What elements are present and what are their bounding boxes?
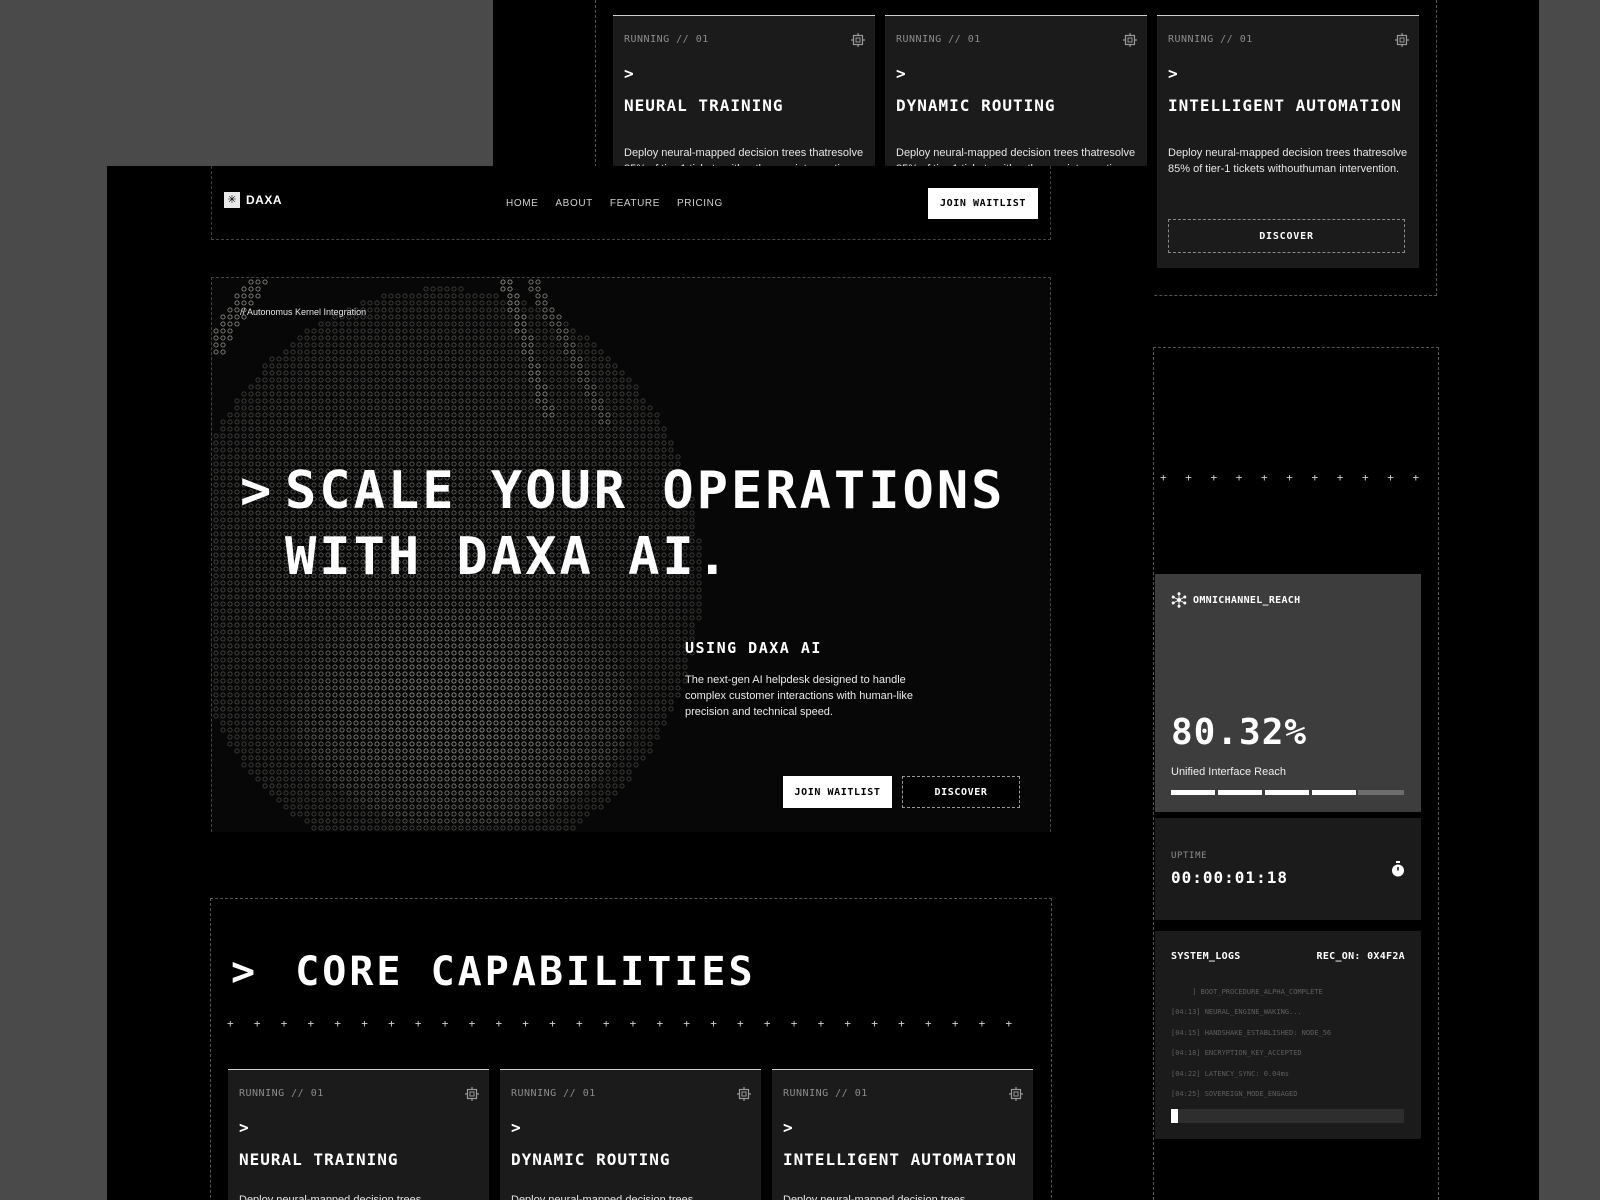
capability-card-dynamic-routing[interactable]: RUNNING // 01 > DYNAMIC ROUTING Deploy n… bbox=[500, 1069, 761, 1200]
log-lines: ] BOOT_PROCEDURE_ALPHA_COMPLETE [04:13] … bbox=[1171, 982, 1331, 1104]
chevron-right-icon: > bbox=[239, 1118, 249, 1137]
omnichannel-reach-card: OMNICHANNEL_REACH 80.32% Unified Interfa… bbox=[1155, 574, 1421, 812]
chevron-right-icon: > bbox=[783, 1118, 793, 1137]
uptime-value: 00:00:01:18 bbox=[1171, 868, 1288, 887]
nav-item-about[interactable]: ABOUT bbox=[555, 198, 592, 209]
core-capabilities-section: > CORE CAPABILITIES + + + + + + + + + + … bbox=[210, 898, 1052, 1200]
logs-progress-fill bbox=[1171, 1109, 1178, 1123]
daxa-logo-icon: ✳ bbox=[224, 192, 240, 208]
back-card-dynamic-routing[interactable]: RUNNING // 01 > DYNAMIC ROUTING Deploy n… bbox=[885, 15, 1147, 175]
chevron-right-icon: > bbox=[1168, 64, 1178, 83]
gear-icon[interactable] bbox=[465, 1087, 479, 1101]
card-status: RUNNING // 01 bbox=[624, 34, 709, 45]
plus-divider: + + + + + + + + + + + + + + + + + . bbox=[1160, 471, 1428, 484]
card-description: Deploy neural-mapped decision trees bbox=[239, 1194, 422, 1200]
card-status: RUNNING // 01 bbox=[511, 1088, 596, 1099]
nav-item-home[interactable]: HOME bbox=[506, 198, 538, 209]
log-line: [04:15] HANDSHAKE_ESTABLISHED: NODE_56 bbox=[1171, 1028, 1332, 1037]
card-status: RUNNING // 01 bbox=[1168, 34, 1253, 45]
logs-title: SYSTEM_LOGS bbox=[1171, 951, 1241, 962]
card-status: RUNNING // 01 bbox=[896, 34, 981, 45]
log-line: [04:22] LATENCY_SYNC: 0.04ms bbox=[1171, 1069, 1290, 1078]
uptime-label: UPTIME bbox=[1171, 851, 1208, 861]
card-title: INTELLIGENT AUTOMATION bbox=[1168, 96, 1402, 115]
system-logs-card: SYSTEM_LOGS REC_ON: 0X4F2A ] BOOT_PROCED… bbox=[1155, 931, 1421, 1139]
hero-description: The next-gen AI helpdesk designed to han… bbox=[685, 674, 914, 718]
log-line: [04:13] NEURAL_ENGINE_WAKING... bbox=[1171, 1008, 1302, 1017]
join-waitlist-button[interactable]: JOIN WAITLIST bbox=[928, 188, 1038, 219]
gear-icon[interactable] bbox=[737, 1087, 751, 1101]
capability-card-neural-training[interactable]: RUNNING // 01 > NEURAL TRAINING Deploy n… bbox=[228, 1069, 489, 1200]
network-icon bbox=[1171, 592, 1187, 608]
hero-tagline: // Autonomus Kernel Integration bbox=[240, 307, 367, 317]
nav-menu: HOME ABOUT FEATURE PRICING bbox=[506, 198, 723, 209]
stopwatch-icon bbox=[1392, 861, 1404, 877]
gear-icon[interactable] bbox=[851, 33, 865, 47]
discover-button[interactable]: DISCOVER bbox=[1168, 219, 1405, 253]
chevron-right-icon: > bbox=[511, 1118, 521, 1137]
reach-label: OMNICHANNEL_REACH bbox=[1193, 594, 1301, 606]
chevron-right-icon: > bbox=[231, 949, 259, 995]
capabilities-title-text: CORE CAPABILITIES bbox=[295, 949, 756, 995]
logo[interactable]: ✳ DAXA bbox=[224, 192, 282, 208]
gear-icon[interactable] bbox=[1009, 1087, 1023, 1101]
join-waitlist-button[interactable]: JOIN WAITLIST bbox=[783, 776, 892, 808]
capability-card-intelligent-automation[interactable]: RUNNING // 01 > INTELLIGENT AUTOMATION D… bbox=[772, 1069, 1033, 1200]
navbar: ✳ DAXA HOME ABOUT FEATURE PRICING JOIN W… bbox=[211, 166, 1051, 240]
gear-icon[interactable] bbox=[1123, 33, 1137, 47]
plus-divider: + + + + + + + + + + + + + + + + + + + + … bbox=[227, 1017, 1027, 1030]
brand-name: DAXA bbox=[246, 193, 283, 207]
uptime-card: UPTIME 00:00:01:18 bbox=[1155, 818, 1421, 920]
discover-button[interactable]: DISCOVER bbox=[902, 776, 1020, 808]
card-status: RUNNING // 01 bbox=[783, 1088, 868, 1099]
hero-subtitle: USING DAXA AI bbox=[685, 639, 822, 657]
card-status: RUNNING // 01 bbox=[239, 1088, 324, 1099]
hero-title-line-2: WITH DAXA AI. bbox=[285, 527, 731, 587]
back-card-neural-training[interactable]: RUNNING // 01 > NEURAL TRAINING Deploy n… bbox=[613, 15, 875, 175]
reach-caption: Unified Interface Reach bbox=[1171, 766, 1286, 778]
log-line: [04:18] ENCRYPTION_KEY_ACCEPTED bbox=[1171, 1049, 1302, 1058]
card-title: NEURAL TRAINING bbox=[624, 96, 784, 115]
capabilities-title: > CORE CAPABILITIES bbox=[231, 949, 756, 995]
chevron-right-icon: > bbox=[624, 64, 634, 83]
nav-item-pricing[interactable]: PRICING bbox=[677, 198, 723, 209]
card-description: Deploy neural-mapped decision trees that… bbox=[1168, 147, 1408, 175]
card-description: Deploy neural-mapped decision trees bbox=[511, 1194, 694, 1200]
logs-rec-status: REC_ON: 0X4F2A bbox=[1316, 951, 1405, 962]
hero-title-line-1: SCALE YOUR OPERATIONS bbox=[285, 461, 1006, 521]
back-card-intelligent-automation[interactable]: RUNNING // 01 > INTELLIGENT AUTOMATION D… bbox=[1157, 15, 1419, 268]
card-title: DYNAMIC ROUTING bbox=[511, 1150, 671, 1169]
card-title: NEURAL TRAINING bbox=[239, 1150, 399, 1169]
nav-item-feature[interactable]: FEATURE bbox=[610, 198, 660, 209]
reach-header: OMNICHANNEL_REACH bbox=[1171, 592, 1300, 608]
card-title: INTELLIGENT AUTOMATION bbox=[783, 1150, 1017, 1169]
log-line: [04:25] SOVEREIGN_MODE_ENGAGED bbox=[1171, 1090, 1298, 1099]
log-line: ] BOOT_PROCEDURE_ALPHA_COMPLETE bbox=[1171, 988, 1323, 996]
card-description: Deploy neural-mapped decision trees bbox=[783, 1194, 966, 1200]
chevron-right-icon: > bbox=[240, 461, 275, 521]
main-window: ✳ DAXA HOME ABOUT FEATURE PRICING JOIN W… bbox=[107, 166, 1153, 1200]
reach-progress-bar bbox=[1171, 790, 1404, 795]
chevron-right-icon: > bbox=[896, 64, 906, 83]
reach-value: 80.32% bbox=[1171, 712, 1308, 753]
card-title: DYNAMIC ROUTING bbox=[896, 96, 1056, 115]
reach-progress-fill bbox=[1171, 790, 1359, 795]
hero-section: // Autonomus Kernel Integration > SCALE … bbox=[211, 277, 1051, 832]
gear-icon[interactable] bbox=[1395, 33, 1409, 47]
logs-progress-bar bbox=[1171, 1109, 1404, 1123]
